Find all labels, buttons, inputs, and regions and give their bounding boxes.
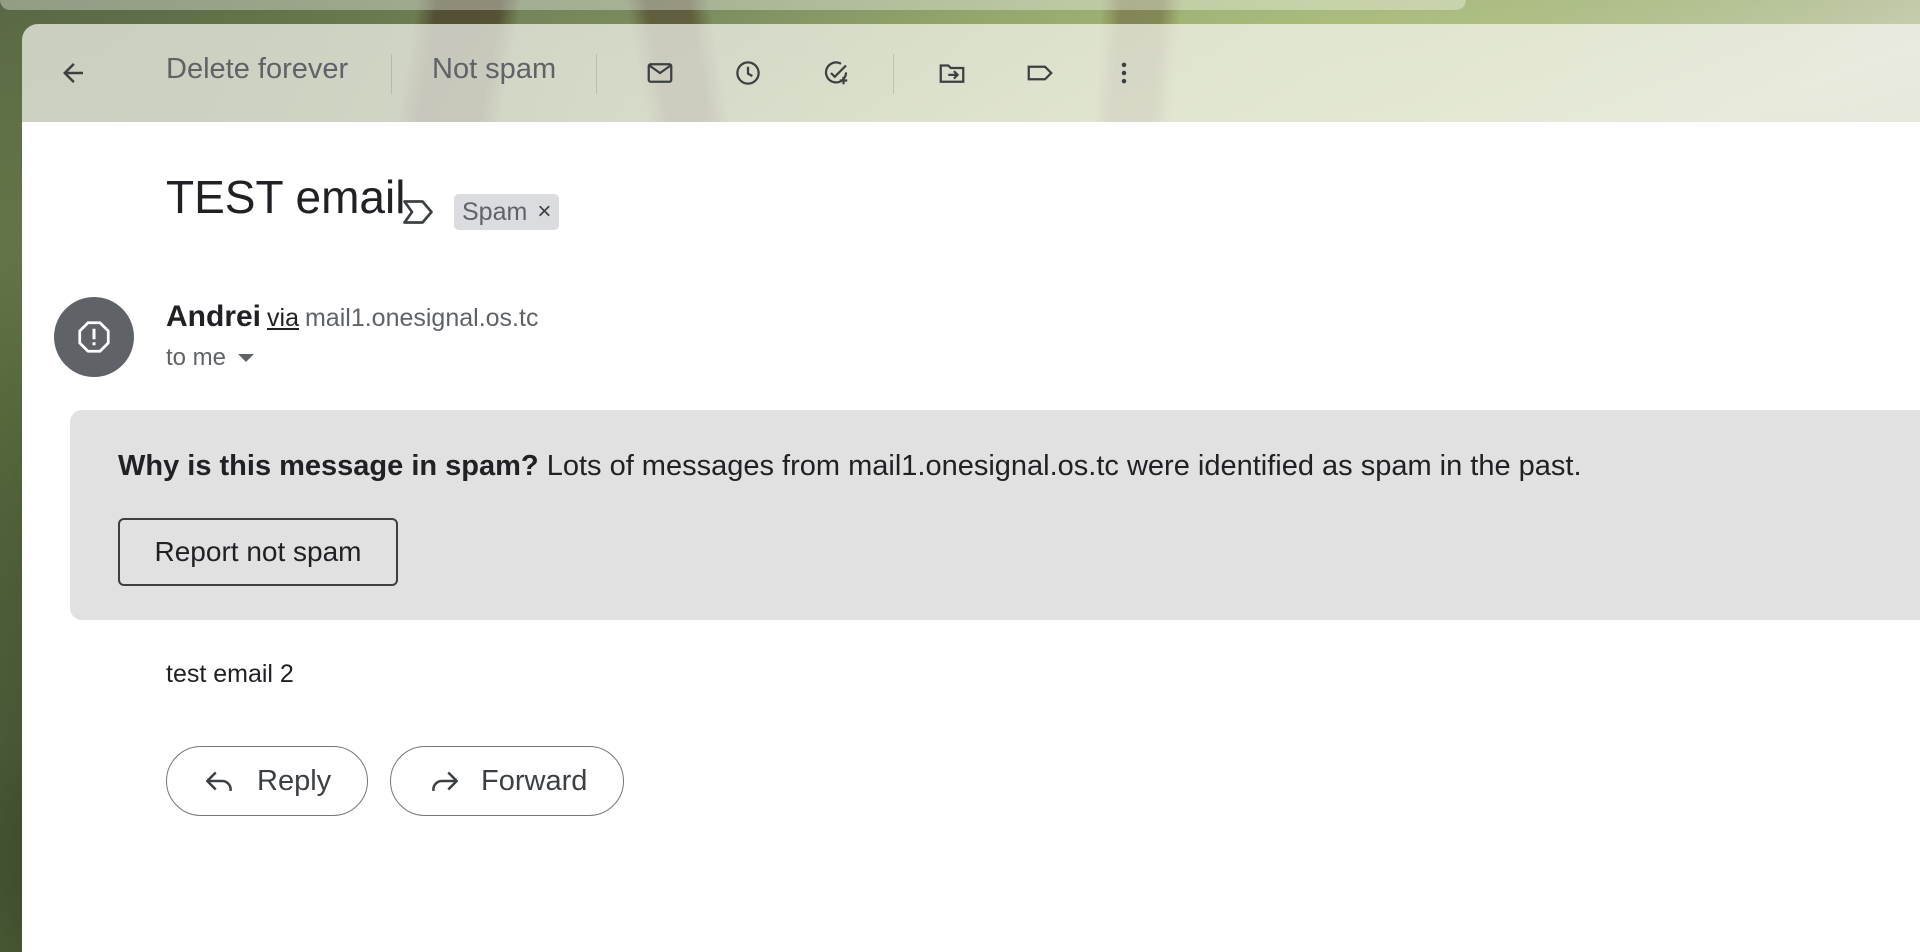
reply-icon [205, 771, 232, 791]
more-options-button[interactable] [1100, 49, 1148, 97]
toolbar-divider [596, 54, 597, 94]
mark-unread-button[interactable] [636, 49, 684, 97]
show-details-icon[interactable] [238, 354, 255, 362]
reply-label: Reply [257, 764, 332, 797]
forward-button[interactable]: Forward [390, 746, 625, 816]
sender-name[interactable]: Andrei [166, 300, 261, 333]
snooze-button[interactable] [724, 49, 772, 97]
toolbar-divider [391, 54, 392, 94]
spam-question: Why is this message in spam? [118, 450, 539, 482]
spam-label-chip: Spam × [454, 194, 560, 230]
recipient-line: to me [166, 344, 255, 372]
message-toolbar: Delete forever Not spam [22, 24, 1920, 122]
back-button[interactable] [49, 49, 97, 97]
remove-label-button[interactable]: × [537, 198, 551, 226]
sender-avatar [54, 297, 134, 377]
move-to-button[interactable] [928, 49, 976, 97]
add-task-icon [824, 61, 848, 85]
spam-explanation: Lots of messages from mail1.onesignal.os… [538, 450, 1582, 482]
add-to-tasks-button[interactable] [812, 49, 860, 97]
spam-reason-text: Why is this message in spam? Lots of mes… [118, 450, 1582, 483]
not-spam-button[interactable]: Not spam [432, 53, 556, 86]
report-not-spam-button[interactable]: Report not spam [118, 518, 398, 586]
snooze-icon [736, 61, 760, 85]
arrow-back-icon [63, 63, 83, 83]
via-domain: mail1.onesignal.os.tc [304, 304, 539, 332]
message-panel: Delete forever Not spam TEST email Spam … [22, 24, 1920, 952]
move-to-icon [939, 64, 965, 83]
via-link[interactable]: via [267, 304, 299, 332]
message-body: test email 2 [166, 660, 294, 688]
message-subject: TEST email [166, 171, 406, 223]
label-button[interactable] [1016, 49, 1064, 97]
reply-button[interactable]: Reply [166, 746, 369, 816]
top-bar-strip [0, 0, 1466, 10]
warning-octagon-icon [78, 321, 110, 353]
message-content: TEST email Spam × Andrei via mail1.onesign… [22, 122, 1920, 952]
sender-line: Andrei via mail1.onesignal.os.tc [166, 300, 538, 334]
recipient-label: to me [166, 344, 227, 371]
forward-icon [432, 771, 459, 791]
spam-warning-banner: Why is this message in spam? Lots of mes… [70, 410, 1920, 620]
importance-marker-icon[interactable] [400, 194, 436, 230]
spam-label-text: Spam [462, 197, 528, 226]
toolbar-divider [893, 54, 894, 94]
label-icon [1027, 65, 1053, 81]
delete-forever-button[interactable]: Delete forever [166, 53, 348, 86]
mark-unread-icon [647, 63, 673, 83]
forward-label: Forward [481, 764, 588, 797]
more-vert-icon [1121, 62, 1127, 84]
